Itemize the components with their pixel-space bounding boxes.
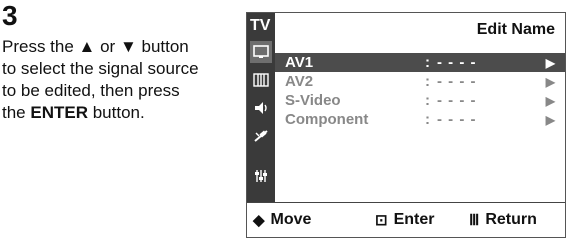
edit-name-menu: AV1 : - - - - ▶ AV2 : - - - - ▶ S-Video …: [275, 53, 565, 129]
osd-footer: ◆ Move ⊡ Enter Ⅲ Return: [247, 202, 565, 237]
up-arrow-icon: ▲: [78, 37, 96, 56]
enter-keyword: ENTER: [30, 103, 88, 122]
instructions-text: Press the ▲ or ▼ button to select the si…: [2, 36, 242, 124]
osd-sidebar: TV: [247, 13, 275, 205]
picture-icon[interactable]: [250, 41, 272, 63]
osd-title: Edit Name: [476, 21, 555, 38]
step-number: 3: [2, 0, 18, 31]
menu-item-av1[interactable]: AV1 : - - - - ▶: [275, 53, 565, 72]
return-hint: Ⅲ Return: [469, 211, 537, 229]
instruction-line-3: to be edited, then press: [2, 81, 180, 100]
chevron-right-icon: ▶: [545, 112, 555, 127]
menu-item-component[interactable]: Component : - - - - ▶: [275, 110, 565, 129]
instruction-line-4: the ENTER button.: [2, 103, 145, 122]
chevron-right-icon: ▶: [545, 74, 555, 89]
enter-icon: ⊡: [375, 212, 388, 229]
setup-icon[interactable]: [250, 165, 272, 187]
tv-label: TV: [250, 17, 271, 34]
channel-icon[interactable]: [250, 69, 272, 91]
input-icon[interactable]: [250, 125, 272, 147]
instruction-line-2: to select the signal source: [2, 59, 199, 78]
menu-item-s-video[interactable]: S-Video : - - - - ▶: [275, 91, 565, 110]
down-arrow-icon: ▼: [119, 37, 137, 56]
chevron-right-icon: ▶: [545, 93, 555, 108]
instruction-line-1: Press the ▲ or ▼ button: [2, 37, 189, 56]
chevron-right-icon: ▶: [545, 55, 555, 70]
sound-icon[interactable]: [250, 97, 272, 119]
return-icon: Ⅲ: [469, 212, 480, 229]
move-hint: ◆ Move: [253, 211, 312, 229]
osd-screen: TV Edit Name AV1 : - - - - ▶ AV2 : - - -…: [246, 12, 566, 238]
menu-item-av2[interactable]: AV2 : - - - - ▶: [275, 72, 565, 91]
move-icon: ◆: [253, 212, 265, 229]
enter-hint: ⊡ Enter: [375, 211, 435, 229]
